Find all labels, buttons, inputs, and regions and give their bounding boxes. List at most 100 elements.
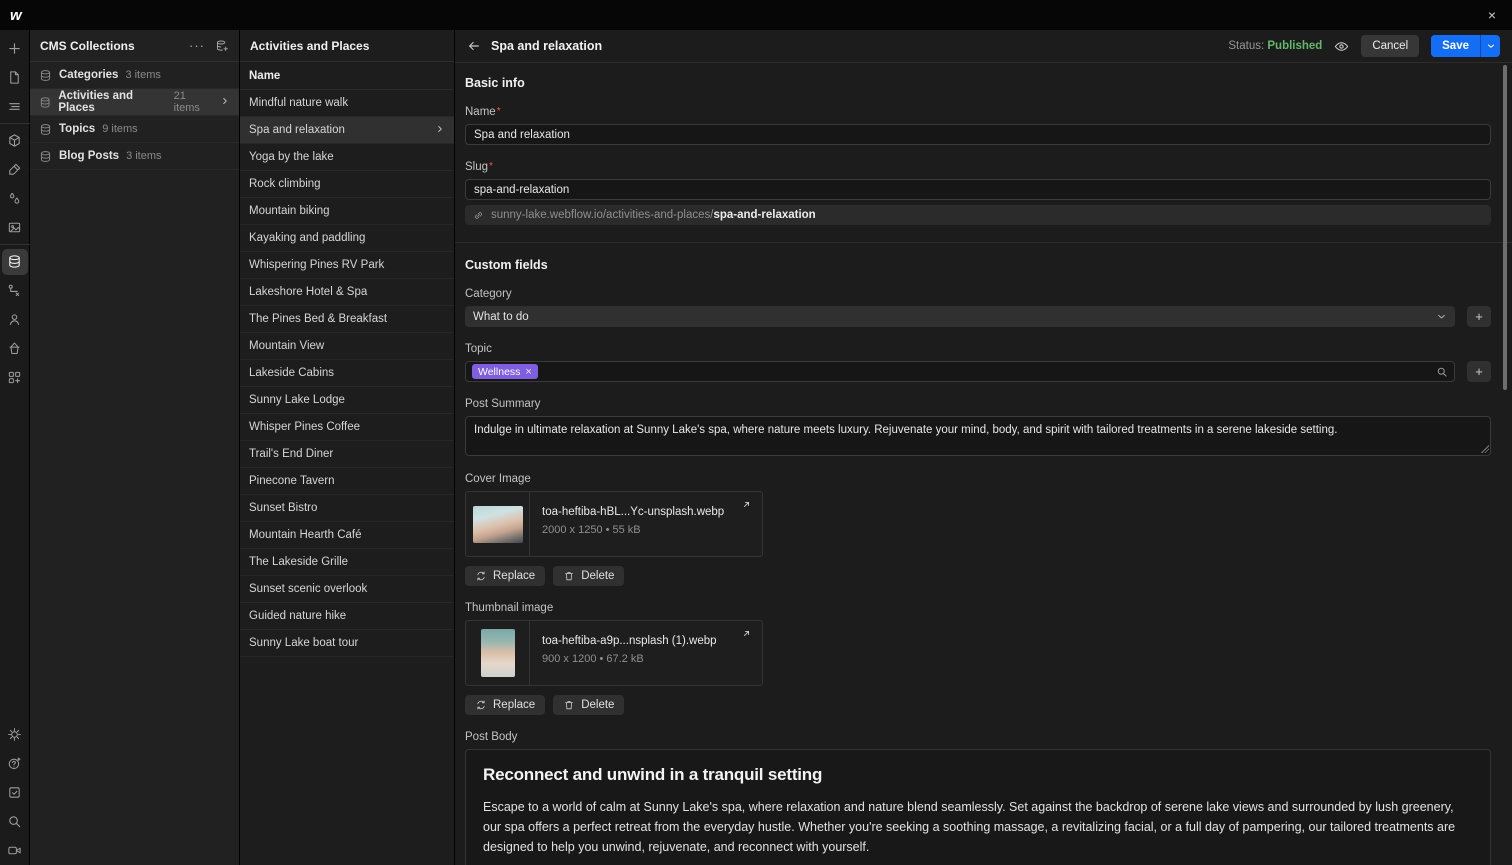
item-label: Whispering Pines RV Park [249,259,385,271]
category-select[interactable]: What to do [465,306,1455,327]
list-item[interactable]: Whispering Pines RV Park [240,252,454,279]
list-item[interactable]: Trail's End Diner [240,441,454,468]
video-icon[interactable] [0,836,30,865]
add-collection-icon[interactable] [215,39,229,53]
name-label: Name* [465,106,501,118]
list-item[interactable]: Guided nature hike [240,603,454,630]
add-topic-button[interactable]: + [1467,361,1491,382]
list-item[interactable]: Yoga by the lake [240,144,454,171]
collection-row-activities-and-places[interactable]: Activities and Places 21 items [30,89,239,116]
style-panel-icon[interactable] [0,155,30,184]
item-editor: Spa and relaxation Status: Published Can… [455,30,1512,865]
open-image-icon[interactable] [741,499,752,510]
cover-delete-button[interactable]: Delete [553,566,625,586]
close-icon[interactable]: × [1482,5,1502,25]
item-label: Trail's End Diner [249,448,334,460]
navigator-icon[interactable] [0,92,30,121]
cms-collections-panel: CMS Collections ··· Categories 3 items A… [30,30,240,865]
thumbnail-replace-button[interactable]: Replace [465,695,546,715]
checklist-icon[interactable] [0,778,30,807]
name-input[interactable] [465,124,1491,145]
cover-image-filename: toa-heftiba-hBL...Yc-unsplash.webp [542,506,725,518]
url-slug: spa-and-relaxation [713,209,816,221]
cover-replace-button[interactable]: Replace [465,566,546,586]
post-summary-textarea[interactable]: Indulge in ultimate relaxation at Sunny … [465,416,1491,456]
collection-count: 21 items [173,90,200,114]
list-item[interactable]: Sunny Lake Lodge [240,387,454,414]
save-options-chevron-icon[interactable] [1480,35,1500,57]
cover-image-label: Cover Image [465,473,531,485]
list-item[interactable]: Mountain Hearth Café [240,522,454,549]
item-label: Yoga by the lake [249,151,334,163]
list-item[interactable]: Lakeshore Hotel & Spa [240,279,454,306]
pages-icon[interactable] [0,63,30,92]
item-label: Pinecone Tavern [249,475,335,487]
item-title: Spa and relaxation [491,39,603,53]
remove-tag-icon[interactable]: × [525,366,531,378]
save-button[interactable]: Save [1431,35,1480,57]
collection-icon [40,123,51,135]
list-item[interactable]: Sunset Bistro [240,495,454,522]
list-item[interactable]: Sunny Lake boat tour [240,630,454,657]
list-item[interactable]: Pinecone Tavern [240,468,454,495]
users-icon[interactable] [0,305,30,334]
help-icon[interactable] [0,749,30,778]
list-item[interactable]: The Pines Bed & Breakfast [240,306,454,333]
list-item[interactable]: Sunset scenic overlook [240,576,454,603]
list-item[interactable]: The Lakeside Grille [240,549,454,576]
collections-menu-icon[interactable]: ··· [189,38,205,53]
back-arrow-icon[interactable] [467,39,481,53]
webflow-logo-icon[interactable]: w [10,7,22,24]
slug-input[interactable] [465,179,1491,200]
cover-image-card: toa-heftiba-hBL...Yc-unsplash.webp 2000 … [465,491,763,557]
collection-row-blog-posts[interactable]: Blog Posts 3 items [30,143,239,170]
cover-image-thumbnail[interactable] [472,505,523,543]
chevron-right-icon [435,124,445,137]
list-item[interactable]: Rock climbing [240,171,454,198]
list-item[interactable]: Mountain biking [240,198,454,225]
list-item[interactable]: Kayaking and paddling [240,225,454,252]
editor-body: Basic info Name* Slug* sunny-lake.webflo… [455,63,1512,865]
thumbnail-image-meta: 900 x 1200 • 67.2 kB [542,653,644,665]
item-label: Spa and relaxation [249,124,345,136]
category-value: What to do [473,310,529,323]
ecommerce-icon[interactable] [0,334,30,363]
list-item[interactable]: Whisper Pines Coffee [240,414,454,441]
thumbnail-delete-button[interactable]: Delete [553,695,625,715]
preview-eye-icon[interactable] [1334,39,1349,54]
thumbnail-image-thumbnail[interactable] [480,629,515,677]
name-column-header: Name [240,62,454,90]
scrollbar[interactable] [1503,65,1507,390]
list-item-selected[interactable]: Spa and relaxation [240,117,454,144]
components-icon[interactable] [0,126,30,155]
chevron-right-icon [220,96,230,109]
assets-icon[interactable] [0,213,30,242]
cms-icon[interactable] [0,247,30,276]
add-category-button[interactable]: + [1467,306,1491,327]
collection-row-topics[interactable]: Topics 9 items [30,116,239,143]
post-body-editor[interactable]: Reconnect and unwind in a tranquil setti… [465,749,1491,865]
open-image-icon[interactable] [741,628,752,639]
cover-image-thumb-cell [466,492,530,556]
collection-row-categories[interactable]: Categories 3 items [30,62,239,89]
list-item[interactable]: Mountain View [240,333,454,360]
collection-icon [40,96,50,108]
items-panel-title: Activities and Places [250,38,370,53]
toolbar-divider [0,244,30,245]
collection-count: 9 items [102,123,138,135]
variables-icon[interactable] [0,184,30,213]
settings-icon[interactable] [0,720,30,749]
cancel-button[interactable]: Cancel [1361,35,1420,57]
collection-label: Blog Posts [59,150,120,162]
list-item[interactable]: Lakeside Cabins [240,360,454,387]
topic-input[interactable]: Wellness × [465,361,1455,382]
search-icon[interactable] [0,807,30,836]
item-label: Sunny Lake Lodge [249,394,345,406]
item-label: Mountain biking [249,205,330,217]
item-label: Mindful nature walk [249,97,349,109]
collection-label: Categories [59,69,119,81]
list-item[interactable]: Mindful nature walk [240,90,454,117]
logic-icon[interactable] [0,276,30,305]
apps-icon[interactable] [0,363,30,392]
add-element-icon[interactable] [0,34,30,63]
